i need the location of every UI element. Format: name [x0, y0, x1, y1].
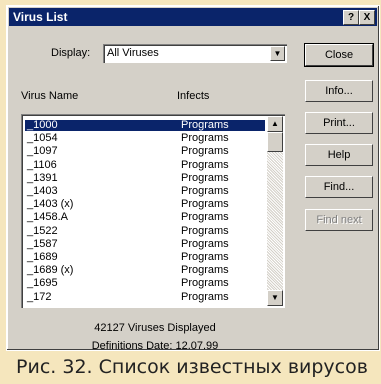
column-header-name: Virus Name — [21, 90, 79, 102]
virus-name: _172 — [27, 290, 52, 303]
list-item[interactable]: _1587 Programs — [25, 237, 265, 250]
virus-name: _1054 — [27, 132, 58, 145]
list-item[interactable]: _172 Programs — [25, 290, 265, 303]
virus-infects: Programs — [181, 171, 229, 184]
virus-name: _1689 — [27, 251, 58, 263]
virus-infects: Programs — [181, 198, 229, 211]
virus-name: _1391 — [27, 171, 58, 184]
list-item[interactable]: _1458.A Programs — [25, 212, 265, 223]
column-header-infects: Infects — [177, 90, 210, 102]
find-button[interactable]: Find... — [305, 176, 373, 198]
definitions-date: Definitions Date: 12.07.99 — [91, 340, 219, 352]
list-item[interactable]: _1097 Programs — [25, 146, 265, 157]
virus-infects: Programs — [181, 132, 229, 145]
list-item[interactable]: _1106 Programs — [25, 158, 265, 171]
virus-infects: Programs — [181, 264, 229, 277]
virus-name: _1403 — [27, 185, 58, 197]
figure-caption: Рис. 32. Список известных вирусов — [16, 356, 368, 378]
virus-name: _1587 — [27, 237, 58, 250]
virus-infects: Programs — [181, 290, 229, 303]
help-title-button[interactable]: ? — [343, 10, 359, 25]
display-select[interactable]: All Viruses ▼ — [103, 44, 287, 63]
virus-infects: Programs — [181, 119, 229, 131]
print-button[interactable]: Print... — [305, 112, 373, 134]
virus-name: _1695 — [27, 277, 58, 290]
virus-name: _1097 — [27, 145, 58, 158]
virus-name: _1403 (x) — [27, 198, 74, 211]
virus-name: _1689 (x) — [27, 264, 74, 277]
virus-infects: Programs — [181, 185, 229, 197]
list-item[interactable]: _1689 Programs — [25, 252, 265, 263]
figure-frame: Virus List ? X Display: All Viruses ▼ Vi… — [0, 0, 381, 384]
title-bar: Virus List ? X — [9, 8, 377, 26]
virus-infects: Programs — [181, 211, 229, 224]
virus-infects: Programs — [181, 277, 229, 290]
virus-name: _1106 — [27, 158, 57, 171]
display-value: All Viruses — [107, 47, 159, 59]
scroll-up-icon[interactable]: ▲ — [267, 116, 283, 132]
window-title: Virus List — [13, 10, 68, 24]
virus-name: _1458.A — [27, 211, 68, 224]
list-item[interactable]: _1000 Programs — [25, 120, 265, 131]
vertical-scrollbar[interactable]: ▲ ▼ — [267, 116, 283, 306]
list-item[interactable]: _1689 (x) Programs — [25, 265, 265, 276]
virus-infects: Programs — [181, 237, 229, 250]
list-item[interactable]: _1695 Programs — [25, 278, 265, 289]
info-button[interactable]: Info... — [305, 80, 373, 102]
chevron-down-icon[interactable]: ▼ — [270, 46, 285, 61]
list-item[interactable]: _1391 Programs — [25, 171, 265, 184]
virus-infects: Programs — [181, 145, 229, 158]
list-item[interactable]: _1403 (x) Programs — [25, 199, 265, 210]
virus-listbox[interactable]: _1000 Programs _1054 Programs _1097 Programs _… — [21, 114, 285, 308]
virus-count: 42127 Viruses Displayed — [94, 322, 216, 334]
list-item[interactable]: _1054 Programs — [25, 133, 265, 144]
virus-infects: Programs — [181, 251, 229, 263]
find-next-button[interactable]: Find next — [305, 209, 373, 231]
close-button[interactable]: Close — [304, 43, 374, 67]
virus-infects: Programs — [181, 158, 229, 171]
virus-name: _1522 — [27, 224, 58, 237]
scroll-thumb[interactable] — [267, 132, 283, 152]
display-label: Display: — [51, 47, 91, 59]
help-button[interactable]: Help — [305, 144, 373, 166]
virus-infects: Programs — [181, 224, 229, 237]
virus-list-window: Virus List ? X Display: All Viruses ▼ Vi… — [6, 5, 380, 352]
list-item[interactable]: _1522 Programs — [25, 224, 265, 237]
virus-name: _1000 — [27, 119, 58, 131]
list-item[interactable]: _1403 Programs — [25, 186, 265, 197]
close-title-button[interactable]: X — [359, 10, 375, 25]
scroll-down-icon[interactable]: ▼ — [267, 290, 283, 306]
